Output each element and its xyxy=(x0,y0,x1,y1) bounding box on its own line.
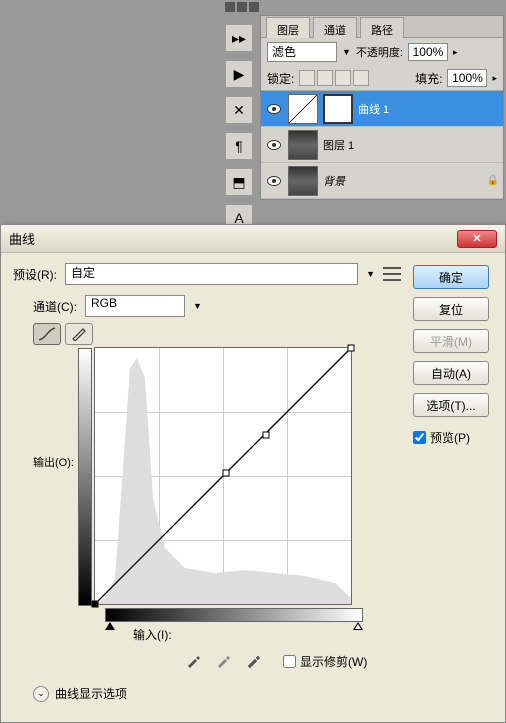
show-clipping-checkbox[interactable]: 显示修剪(W) xyxy=(283,653,367,670)
lock-transparency-icon[interactable] xyxy=(299,70,315,86)
mini-btn[interactable] xyxy=(237,2,247,12)
preset-menu-icon[interactable] xyxy=(383,267,401,281)
preview-checkbox[interactable]: 预览(P) xyxy=(413,429,493,446)
dialog-buttons: 确定 复位 平滑(M) 自动(A) 选项(T)... 预览(P) xyxy=(413,263,493,712)
point-curve-tool[interactable] xyxy=(33,323,61,345)
curve-graph[interactable] xyxy=(94,347,352,605)
layer-row-image[interactable]: 图层 1 xyxy=(261,127,503,163)
fill-value[interactable]: 100% xyxy=(447,69,487,87)
black-eyedropper-icon[interactable] xyxy=(183,651,203,671)
lock-all-icon[interactable] xyxy=(353,70,369,86)
eye-icon xyxy=(267,104,281,114)
white-eyedropper-icon[interactable] xyxy=(243,651,263,671)
opacity-label: 不透明度: xyxy=(356,44,403,60)
ok-button[interactable]: 确定 xyxy=(413,265,489,289)
tab-channels[interactable]: 通道 xyxy=(313,17,357,38)
lock-row: 锁定: 填充: 100% ▸ xyxy=(261,66,503,91)
fill-label: 填充: xyxy=(415,70,442,87)
layer-name[interactable]: 曲线 1 xyxy=(358,101,499,117)
layer-thumb[interactable] xyxy=(288,130,318,160)
curve-area: 输出(O): xyxy=(13,347,401,606)
layer-name[interactable]: 图层 1 xyxy=(323,137,499,153)
layer-thumb[interactable] xyxy=(288,166,318,196)
curves-dialog: 曲线 ✕ 预设(R): 自定 ▼ 通道(C): RGB ▼ xyxy=(0,224,506,723)
preset-select[interactable]: 自定 xyxy=(65,263,358,285)
tool-play-icon[interactable]: ▶ xyxy=(225,60,253,88)
lock-label: 锁定: xyxy=(267,70,294,87)
input-label: 输入(I): xyxy=(133,628,172,642)
layer-list: 曲线 1 图层 1 背景 🔒 xyxy=(261,91,503,199)
lock-icon: 🔒 xyxy=(487,175,499,186)
output-gradient xyxy=(78,348,92,606)
lock-icons xyxy=(299,70,369,86)
blend-mode-select[interactable]: 滤色 xyxy=(267,42,337,62)
display-options-row[interactable]: ⌄ 曲线显示选项 xyxy=(13,685,401,712)
opacity-value[interactable]: 100% xyxy=(408,43,448,61)
layer-row-curves[interactable]: 曲线 1 xyxy=(261,91,503,127)
pencil-curve-tool[interactable] xyxy=(65,323,93,345)
tool-wrench-icon[interactable]: ✕ xyxy=(225,96,253,124)
layer-controls-row: 滤色 ▼ 不透明度: 100% ▸ xyxy=(261,38,503,66)
dialog-title: 曲线 xyxy=(9,229,457,248)
smooth-button[interactable]: 平滑(M) xyxy=(413,329,489,353)
eye-icon xyxy=(267,176,281,186)
tool-pen-icon[interactable]: ⬒ xyxy=(225,168,253,196)
channel-select[interactable]: RGB xyxy=(85,295,185,317)
mini-btn[interactable] xyxy=(225,2,235,12)
tab-paths[interactable]: 路径 xyxy=(360,17,404,38)
show-clipping-label: 显示修剪(W) xyxy=(300,653,367,670)
show-clipping-input[interactable] xyxy=(283,655,296,668)
options-button[interactable]: 选项(T)... xyxy=(413,393,489,417)
channel-label: 通道(C): xyxy=(33,298,77,315)
preview-input[interactable] xyxy=(413,431,426,444)
layers-panel: 图层 通道 路径 滤色 ▼ 不透明度: 100% ▸ 锁定: 填充: 100% … xyxy=(260,15,504,200)
tab-layers[interactable]: 图层 xyxy=(266,17,310,38)
panel-tabs: 图层 通道 路径 xyxy=(261,16,503,38)
visibility-toggle[interactable] xyxy=(265,100,283,118)
black-point-slider[interactable] xyxy=(105,622,115,630)
titlebar[interactable]: 曲线 ✕ xyxy=(1,225,505,253)
reset-button[interactable]: 复位 xyxy=(413,297,489,321)
curves-adjustment-icon[interactable] xyxy=(288,94,318,124)
curve-point[interactable] xyxy=(347,345,354,352)
expand-chevron-icon[interactable]: ⌄ xyxy=(33,686,49,702)
preview-label: 预览(P) xyxy=(430,429,470,446)
curve-point[interactable] xyxy=(91,601,98,608)
close-button[interactable]: ✕ xyxy=(457,230,497,248)
preset-label: 预设(R): xyxy=(13,266,57,283)
gray-eyedropper-icon[interactable] xyxy=(213,651,233,671)
lock-pixels-icon[interactable] xyxy=(317,70,333,86)
curve-tools xyxy=(13,323,401,345)
layer-row-bg[interactable]: 背景 🔒 xyxy=(261,163,503,199)
channel-row: 通道(C): RGB ▼ xyxy=(13,295,401,317)
mini-btn[interactable] xyxy=(249,2,259,12)
visibility-toggle[interactable] xyxy=(265,172,283,190)
layer-name[interactable]: 背景 xyxy=(323,173,482,189)
curve-point[interactable] xyxy=(222,470,229,477)
tool-arrow-icon[interactable]: ▸▸ xyxy=(225,24,253,52)
tool-column: ▸▸ ▶ ✕ ¶ ⬒ A xyxy=(225,24,255,232)
preset-row: 预设(R): 自定 ▼ xyxy=(13,263,401,285)
eye-icon xyxy=(267,140,281,150)
layer-mask-thumb[interactable] xyxy=(323,94,353,124)
top-mini-toolbar xyxy=(225,2,259,14)
visibility-toggle[interactable] xyxy=(265,136,283,154)
tool-brush-icon[interactable]: ¶ xyxy=(225,132,253,160)
input-gradient[interactable] xyxy=(105,608,363,622)
display-options-label: 曲线显示选项 xyxy=(55,685,127,702)
auto-button[interactable]: 自动(A) xyxy=(413,361,489,385)
eyedropper-row: 显示修剪(W) xyxy=(13,651,401,671)
output-label: 输出(O): xyxy=(33,454,74,470)
curve-point[interactable] xyxy=(263,432,270,439)
white-point-slider[interactable] xyxy=(353,622,363,630)
lock-position-icon[interactable] xyxy=(335,70,351,86)
